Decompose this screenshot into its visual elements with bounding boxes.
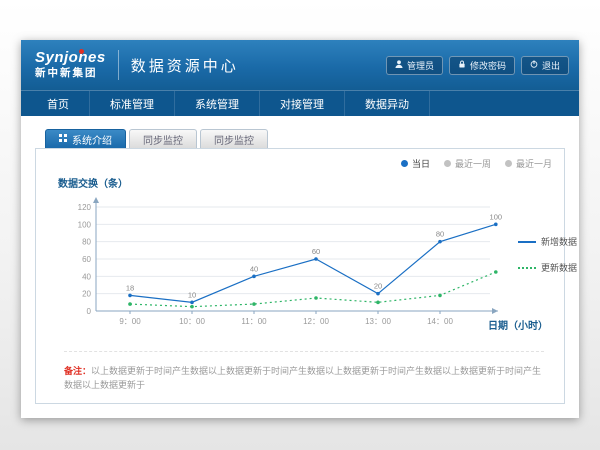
tab-system-intro[interactable]: 系统介绍	[45, 129, 126, 148]
logo: Synjones 新中新集团	[35, 50, 106, 80]
svg-text:120: 120	[78, 203, 92, 212]
svg-text:18: 18	[126, 283, 134, 292]
legend-update-data-label: 更新数据	[541, 261, 577, 274]
logout-button[interactable]: 退出	[521, 56, 569, 75]
svg-text:0: 0	[87, 307, 92, 316]
svg-text:40: 40	[82, 272, 91, 281]
admin-button-label: 管理员	[407, 59, 434, 72]
admin-button[interactable]: 管理员	[386, 56, 443, 75]
line-chart: 0 20 40 60 80 100 120 9：00 10：00 11：00 12：00 13：00 1…	[46, 193, 516, 343]
filter-today-label: 当日	[412, 157, 430, 170]
tab-sync-monitor-1[interactable]: 同步监控	[129, 129, 197, 148]
tab-bar: 系统介绍 同步监控 同步监控	[45, 129, 565, 148]
logo-text: Synjones	[35, 50, 106, 67]
svg-text:60: 60	[82, 255, 91, 264]
svg-text:11：00: 11：00	[241, 317, 267, 326]
svg-text:14：00: 14：00	[427, 317, 453, 326]
header-divider	[118, 50, 119, 80]
filter-last-month[interactable]: 最近一月	[505, 157, 552, 170]
svg-text:40: 40	[250, 264, 258, 273]
change-password-label: 修改密码	[470, 59, 506, 72]
tab-sync-monitor-1-label: 同步监控	[143, 132, 183, 147]
logo-accent-dot	[79, 49, 84, 54]
tab-sync-monitor-2[interactable]: 同步监控	[200, 129, 268, 148]
change-password-button[interactable]: 修改密码	[449, 56, 515, 75]
footnote: 备注：以上数据更新于时间产生数据以上数据更新于时间产生数据以上数据更新于时间产生…	[64, 351, 544, 392]
lock-icon	[458, 60, 466, 70]
logo-subtext: 新中新集团	[35, 68, 106, 80]
footnote-prefix: 备注：	[64, 366, 91, 376]
radio-dot-icon	[401, 160, 408, 167]
footnote-text: 以上数据更新于时间产生数据以上数据更新于时间产生数据以上数据更新于时间产生数据以…	[64, 366, 541, 390]
content-panel: 当日 最近一周 最近一月 数据交换（条） 0 20 40 60 80 100 120 9：00…	[35, 148, 565, 404]
app-header: Synjones 新中新集团 数据资源中心 管理员 修改密码	[21, 40, 579, 90]
svg-text:13：00: 13：00	[365, 317, 391, 326]
app-window: Synjones 新中新集团 数据资源中心 管理员 修改密码	[21, 40, 579, 418]
svg-text:10: 10	[188, 290, 196, 299]
svg-text:100: 100	[490, 212, 503, 221]
app-title: 数据资源中心	[131, 55, 239, 76]
svg-text:100: 100	[78, 220, 92, 229]
svg-text:9：00: 9：00	[119, 317, 141, 326]
legend-new-data-label: 新增数据	[541, 235, 577, 248]
radio-dot-icon	[505, 160, 512, 167]
power-icon	[530, 60, 538, 70]
svg-text:20: 20	[82, 290, 91, 299]
svg-text:10：00: 10：00	[179, 317, 205, 326]
svg-text:20: 20	[374, 282, 382, 291]
main-nav: 首页 标准管理 系统管理 对接管理 数据异动	[21, 90, 579, 116]
solid-line-swatch	[518, 241, 536, 243]
svg-text:12：00: 12：00	[303, 317, 329, 326]
filter-last-month-label: 最近一月	[516, 157, 552, 170]
user-icon	[395, 60, 403, 70]
svg-text:80: 80	[436, 230, 444, 239]
nav-item-interface-mgmt[interactable]: 对接管理	[260, 91, 345, 116]
nav-item-home[interactable]: 首页	[27, 91, 90, 116]
grid-icon	[59, 134, 67, 145]
svg-text:80: 80	[82, 238, 91, 247]
x-axis-title: 日期（小时）	[488, 317, 548, 332]
filter-today[interactable]: 当日	[401, 157, 430, 170]
dotted-line-swatch	[518, 267, 536, 269]
nav-item-data-change[interactable]: 数据异动	[345, 91, 430, 116]
filter-last-week-label: 最近一周	[455, 157, 491, 170]
chart-range-filters: 当日 最近一周 最近一月	[401, 157, 552, 170]
filter-last-week[interactable]: 最近一周	[444, 157, 491, 170]
tab-sync-monitor-2-label: 同步监控	[214, 132, 254, 147]
legend-update-data[interactable]: 更新数据	[518, 261, 577, 274]
svg-text:60: 60	[312, 247, 320, 256]
logout-label: 退出	[542, 59, 560, 72]
content-area: 系统介绍 同步监控 同步监控 当日 最近一周	[21, 116, 579, 404]
y-axis-title: 数据交换（条）	[58, 175, 128, 190]
legend-new-data[interactable]: 新增数据	[518, 235, 577, 248]
radio-dot-icon	[444, 160, 451, 167]
nav-item-system-mgmt[interactable]: 系统管理	[175, 91, 260, 116]
header-buttons: 管理员 修改密码 退出	[386, 56, 569, 75]
tab-system-intro-label: 系统介绍	[72, 132, 112, 147]
series-legend: 新增数据 更新数据	[518, 235, 577, 274]
nav-item-standard-mgmt[interactable]: 标准管理	[90, 91, 175, 116]
